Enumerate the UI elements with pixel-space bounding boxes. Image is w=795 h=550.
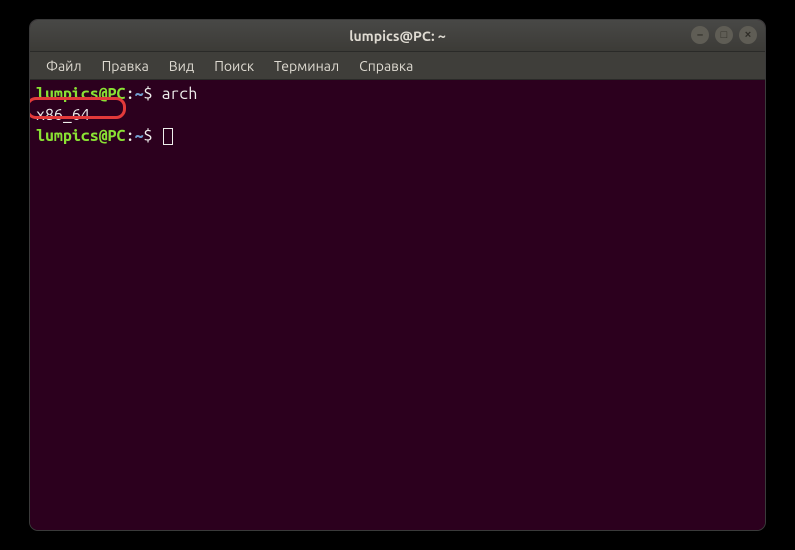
terminal-line-3: lumpics@PC:~$ <box>36 126 759 147</box>
prompt-sep: : <box>126 127 135 145</box>
menu-file[interactable]: Файл <box>38 56 90 76</box>
window-controls: – □ × <box>691 26 757 44</box>
prompt-dollar: $ <box>144 127 153 145</box>
cursor <box>163 128 173 145</box>
menu-search[interactable]: Поиск <box>206 56 262 76</box>
terminal-line-1: lumpics@PC:~$ arch <box>36 84 759 105</box>
terminal-body[interactable]: lumpics@PC:~$ arch x86_64 lumpics@PC:~$ <box>30 80 765 530</box>
prompt-path: ~ <box>135 127 144 145</box>
prompt-user: lumpics@PC <box>36 85 126 103</box>
menubar: Файл Правка Вид Поиск Терминал Справка <box>30 52 765 80</box>
menu-terminal[interactable]: Терминал <box>266 56 347 76</box>
prompt-path: ~ <box>135 85 144 103</box>
prompt-user: lumpics@PC <box>36 127 126 145</box>
command-text: arch <box>161 85 197 103</box>
close-button[interactable]: × <box>739 26 757 44</box>
terminal-window: lumpics@PC: ~ – □ × Файл Правка Вид Поис… <box>30 20 765 530</box>
menu-edit[interactable]: Правка <box>94 56 157 76</box>
titlebar[interactable]: lumpics@PC: ~ – □ × <box>30 20 765 52</box>
prompt-sep: : <box>126 85 135 103</box>
menu-view[interactable]: Вид <box>161 56 202 76</box>
window-title: lumpics@PC: ~ <box>349 28 446 44</box>
prompt-dollar: $ <box>144 85 153 103</box>
menu-help[interactable]: Справка <box>351 56 421 76</box>
maximize-button[interactable]: □ <box>715 26 733 44</box>
output-text: x86_64 <box>36 106 90 124</box>
terminal-line-2: x86_64 <box>36 105 759 126</box>
minimize-button[interactable]: – <box>691 26 709 44</box>
